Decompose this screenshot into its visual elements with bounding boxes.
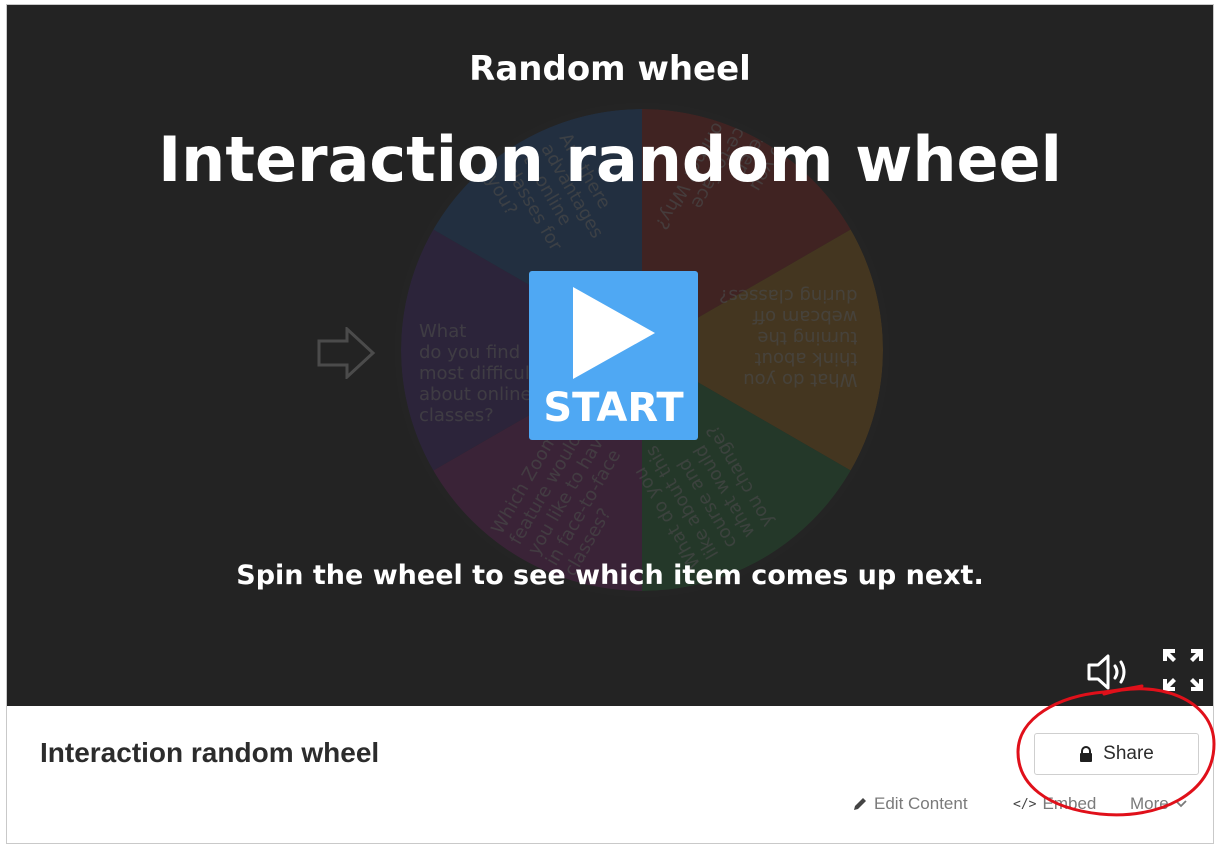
more-label: More — [1130, 794, 1169, 813]
wheel-item-text: What do you find most difficult about on… — [419, 321, 537, 426]
embed-label: Embed — [1042, 794, 1097, 813]
start-button[interactable]: START — [529, 271, 698, 440]
code-icon: </> — [1013, 796, 1037, 812]
activity-card: What do you find most difficult about on… — [6, 4, 1214, 844]
activity-type-label: Random wheel — [469, 49, 751, 89]
lock-icon — [1080, 746, 1093, 762]
edit-content-label: Edit Content — [874, 794, 968, 813]
activity-footer: Interaction random wheel Share Edit Cont… — [7, 706, 1213, 843]
play-icon — [573, 287, 655, 379]
share-button-label: Share — [1103, 743, 1154, 764]
instructions-text: Spin the wheel to see which item comes u… — [236, 560, 984, 591]
wheel-pointer-icon — [317, 327, 376, 379]
speaker-icon[interactable] — [1086, 653, 1132, 691]
edit-content-link[interactable]: Edit Content — [852, 794, 968, 814]
more-menu[interactable]: More — [1130, 794, 1187, 814]
share-button[interactable]: Share — [1034, 733, 1199, 775]
pencil-icon — [854, 798, 866, 810]
start-button-label: START — [543, 385, 684, 431]
chevron-down-icon — [1175, 800, 1187, 808]
embed-link[interactable]: </> Embed — [1013, 794, 1096, 814]
footer-activity-title: Interaction random wheel — [40, 737, 380, 768]
wheel-item-text: What do you think about turning the webc… — [719, 285, 858, 390]
game-stage: What do you find most difficult about on… — [7, 5, 1213, 706]
activity-title: Interaction random wheel — [158, 123, 1062, 196]
fullscreen-icon[interactable] — [1161, 647, 1205, 693]
